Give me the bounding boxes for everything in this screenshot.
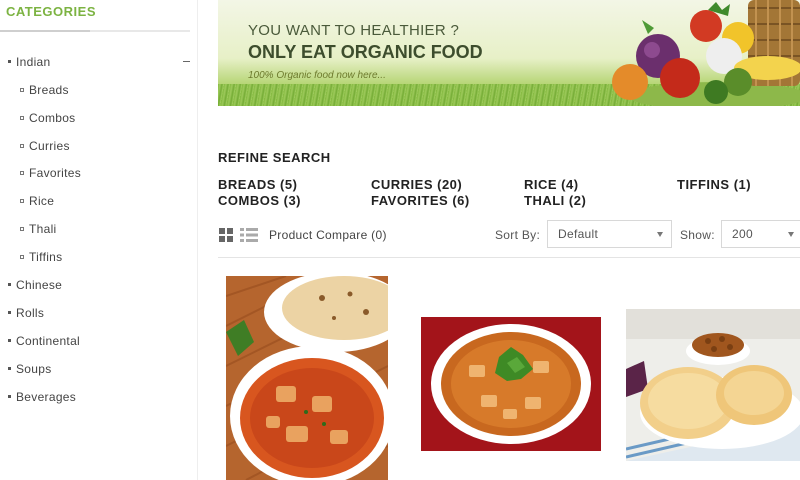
paneer-masala-photo (421, 317, 601, 451)
category-chinese[interactable]: Chinese (0, 275, 198, 303)
refine-search-heading: REFINE SEARCH (218, 150, 331, 165)
bullet-icon (20, 171, 24, 176)
paneer-curry-photo (226, 276, 388, 480)
refine-combos-link[interactable]: COMBOS (3) (218, 193, 301, 208)
subcategory-curries[interactable]: Curries (0, 136, 198, 164)
bullet-icon (20, 115, 24, 120)
product-compare-link[interactable]: Product Compare (0) (269, 228, 387, 242)
show-count-select[interactable]: 200 (721, 220, 800, 248)
refine-thali-link[interactable]: THALI (2) (524, 193, 586, 208)
category-beverages[interactable]: Beverages (0, 387, 198, 415)
banner-subtext: 100% Organic food now here... (248, 70, 386, 81)
categories-sidebar: CATEGORIES Indian Breads Combos Curries … (0, 0, 198, 480)
product-image-paneer-masala[interactable] (421, 317, 601, 451)
list-view-icon[interactable] (240, 228, 258, 242)
category-continental[interactable]: Continental (0, 331, 198, 359)
show-count-value: 200 (732, 227, 753, 241)
product-toolbar: Product Compare (0) Sort By: Default Sho… (218, 218, 800, 254)
bullet-icon (8, 282, 11, 286)
vegetable-basket-image (612, 0, 800, 106)
category-rolls[interactable]: Rolls (0, 303, 198, 331)
category-indian[interactable]: Indian (0, 52, 198, 80)
category-list: Indian Breads Combos Curries Favorites R… (0, 52, 198, 415)
refine-favorites-link[interactable]: FAVORITES (6) (371, 193, 470, 208)
subcategory-tiffins[interactable]: Tiffins (0, 247, 198, 275)
banner-headline: ONLY EAT ORGANIC FOOD (248, 42, 483, 62)
product-image-paneer-curry-naan[interactable] (226, 276, 388, 480)
bullet-icon (8, 310, 11, 314)
bullet-icon (8, 394, 11, 398)
refine-rice-link[interactable]: RICE (4) (524, 177, 579, 192)
subcategory-combos[interactable]: Combos (0, 108, 198, 136)
subcategory-breads[interactable]: Breads (0, 80, 198, 108)
toolbar-divider (218, 257, 800, 258)
subcategory-rice[interactable]: Rice (0, 191, 198, 219)
refine-tiffins-link[interactable]: TIFFINS (1) (677, 177, 751, 192)
bullet-icon (8, 60, 11, 63)
bullet-icon (20, 254, 24, 259)
heading-underline (0, 30, 190, 32)
bullet-icon (20, 199, 24, 204)
category-soups[interactable]: Soups (0, 359, 198, 387)
promo-banner[interactable]: YOU WANT TO HEALTHIER ? ONLY EAT ORGANIC… (218, 0, 800, 106)
bullet-icon (8, 366, 11, 370)
categories-heading: CATEGORIES (6, 4, 96, 19)
bullet-icon (20, 143, 24, 148)
bullet-icon (8, 338, 11, 342)
show-label: Show: (680, 228, 715, 242)
sort-by-value: Default (558, 227, 599, 241)
collapse-minus-icon[interactable] (183, 61, 190, 62)
refine-breads-link[interactable]: BREADS (5) (218, 177, 297, 192)
subcategory-thali[interactable]: Thali (0, 219, 198, 247)
subcategory-favorites[interactable]: Favorites (0, 163, 198, 191)
bullet-icon (20, 226, 24, 231)
chole-bhature-photo (626, 309, 800, 461)
banner-tagline: YOU WANT TO HEALTHIER ? (248, 22, 460, 39)
sort-by-select[interactable]: Default (547, 220, 672, 248)
bullet-icon (20, 88, 24, 92)
grid-view-icon[interactable] (219, 228, 233, 242)
dropdown-caret-icon (657, 232, 663, 237)
sort-by-label: Sort By: (495, 228, 541, 242)
product-image-chole-bhature[interactable] (626, 309, 800, 461)
dropdown-caret-icon (788, 232, 794, 237)
refine-curries-link[interactable]: CURRIES (20) (371, 177, 462, 192)
